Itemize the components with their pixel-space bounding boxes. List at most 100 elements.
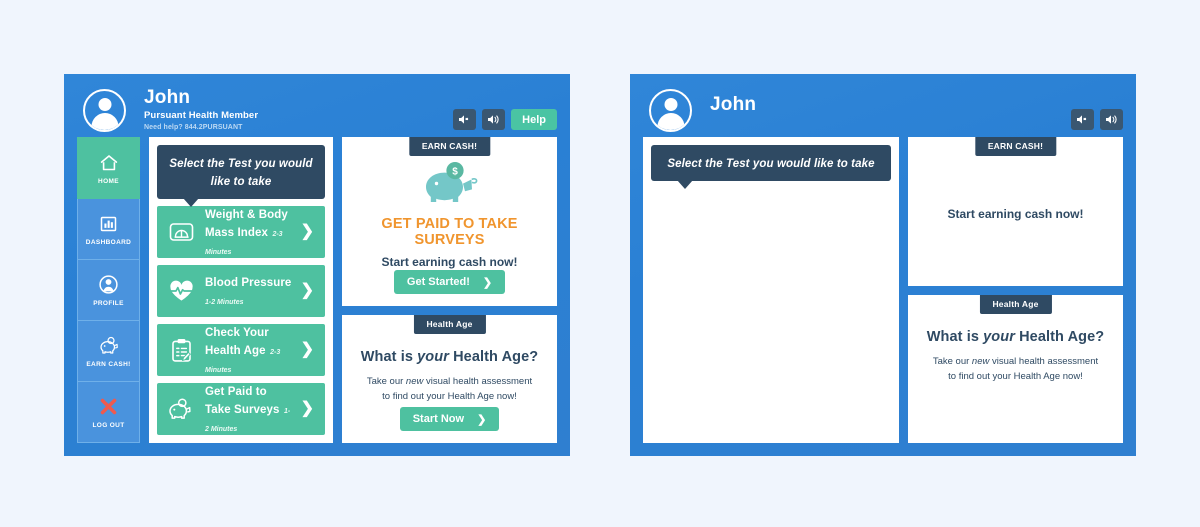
header-controls-right bbox=[1071, 109, 1123, 130]
sidebar-item-home[interactable]: HOME bbox=[77, 137, 140, 199]
earn-cash-badge: EARN CASH! bbox=[408, 137, 491, 156]
test-item-health-age[interactable]: Check Your Health Age 2-3 Minutes ❯ bbox=[157, 324, 325, 376]
health-age-badge: Health Age bbox=[413, 315, 486, 334]
test-item-title: Get Paid to Take Surveys bbox=[205, 386, 280, 416]
test-list-card: Select the Test you would like to take W… bbox=[149, 137, 333, 443]
header-text-block: John bbox=[710, 94, 756, 116]
home-icon bbox=[97, 152, 121, 174]
test-list-tooltip-label: Select the Test you would like to take bbox=[667, 158, 875, 170]
promo-column-right: EARN CASH! Start earning cash now! Healt… bbox=[908, 137, 1123, 443]
app-panel-right: John Select the Test you would like to t… bbox=[630, 74, 1136, 456]
user-role: Pursuant Health Member bbox=[144, 110, 259, 121]
health-age-badge: Health Age bbox=[979, 294, 1052, 314]
health-age-body-part1: Take our bbox=[366, 376, 406, 387]
weight-scale-icon bbox=[166, 221, 196, 243]
avatar bbox=[649, 89, 692, 132]
get-started-label: Get Started! bbox=[406, 276, 470, 288]
chevron-right-icon: ❯ bbox=[300, 223, 314, 240]
heart-pulse-icon bbox=[166, 279, 196, 303]
speaker-mute-icon[interactable] bbox=[1071, 109, 1094, 130]
health-age-heading-em: your bbox=[417, 349, 449, 365]
screenshot-stage: John Pursuant Health Member Need help? 8… bbox=[0, 0, 1200, 527]
speaker-on-icon[interactable] bbox=[1100, 109, 1123, 130]
health-age-body-em: new bbox=[971, 355, 990, 367]
earn-cash-badge: EARN CASH! bbox=[974, 137, 1057, 156]
chevron-right-icon: ❯ bbox=[477, 413, 487, 426]
health-age-heading: What is your Health Age? bbox=[361, 349, 539, 365]
health-age-card: Health Age What is your Health Age? Take… bbox=[342, 315, 557, 443]
health-age-heading-em: your bbox=[983, 328, 1015, 345]
health-age-heading-part2: Health Age? bbox=[1014, 328, 1105, 345]
health-age-heading-part2: Health Age? bbox=[448, 349, 539, 365]
test-list-panel: Select the Test you would like to take W… bbox=[149, 137, 333, 443]
test-item-title: Check Your Health Age bbox=[205, 327, 269, 357]
test-item-text: Get Paid to Take Surveys 1-2 Minutes bbox=[205, 382, 292, 436]
test-item-text: Blood Pressure 1-2 Minutes bbox=[205, 273, 292, 309]
test-item-blood-pressure[interactable]: Blood Pressure 1-2 Minutes ❯ bbox=[157, 265, 325, 317]
chevron-right-icon: ❯ bbox=[300, 400, 314, 417]
user-circle-icon bbox=[97, 274, 121, 296]
test-item-text: Weight & Body Mass Index 2-3 Minutes bbox=[205, 205, 292, 259]
sidebar: HOME DASHBOARD PROFILE EARN CASH! LOG OU… bbox=[77, 137, 140, 443]
piggy-bank-illustration: $ bbox=[419, 161, 481, 210]
avatar-head bbox=[664, 98, 677, 111]
earn-cash-card: EARN CASH! Start earning cash now! bbox=[908, 137, 1123, 286]
piggy-bank-icon bbox=[97, 335, 121, 357]
speaker-mute-icon[interactable] bbox=[453, 109, 477, 130]
svg-text:$: $ bbox=[452, 167, 458, 178]
test-item-duration: 1-2 Minutes bbox=[205, 299, 244, 306]
chevron-right-icon: ❯ bbox=[300, 282, 314, 299]
test-list-tooltip: Select the Test you would like to take bbox=[157, 145, 325, 207]
avatar bbox=[83, 89, 126, 132]
body-right: Select the Test you would like to take E… bbox=[630, 137, 1136, 456]
avatar-body bbox=[91, 113, 118, 130]
earn-cash-subheading: Start earning cash now! bbox=[381, 255, 518, 269]
help-button[interactable]: Help bbox=[511, 109, 557, 130]
test-list-tooltip: Select the Test you would like to take bbox=[651, 145, 891, 189]
app-panel-left: John Pursuant Health Member Need help? 8… bbox=[64, 74, 570, 456]
test-list-panel: Select the Test you would like to take bbox=[643, 137, 899, 443]
bar-chart-icon bbox=[97, 213, 121, 235]
user-name: John bbox=[710, 94, 757, 115]
header-controls-left: Help bbox=[453, 109, 557, 130]
test-item-surveys[interactable]: Get Paid to Take Surveys 1-2 Minutes ❯ bbox=[157, 383, 325, 435]
health-age-heading: What is your Health Age? bbox=[927, 329, 1105, 345]
sidebar-item-profile[interactable]: PROFILE bbox=[77, 260, 140, 321]
sidebar-item-label: DASHBOARD bbox=[85, 238, 132, 246]
clipboard-check-icon bbox=[166, 338, 196, 363]
earn-cash-card: EARN CASH! $ GET PAID TO TAKE SURVEYS St… bbox=[342, 137, 557, 306]
chevron-right-icon: ❯ bbox=[300, 341, 314, 358]
test-item-weight-bmi[interactable]: Weight & Body Mass Index 2-3 Minutes ❯ bbox=[157, 206, 325, 258]
start-now-label: Start Now bbox=[412, 413, 465, 425]
earn-cash-heading: GET PAID TO TAKE SURVEYS bbox=[381, 216, 518, 248]
test-list-tooltip-label: Select the Test you would like to take bbox=[169, 158, 313, 188]
health-age-card: Health Age What is your Health Age? Take… bbox=[908, 294, 1123, 443]
sidebar-item-earn-cash[interactable]: EARN CASH! bbox=[77, 321, 140, 382]
health-age-body-em: new bbox=[405, 376, 424, 387]
sidebar-item-dashboard[interactable]: DASHBOARD bbox=[77, 199, 140, 260]
speaker-on-icon[interactable] bbox=[482, 109, 506, 130]
health-age-body-line2: to find out your Health Age now! bbox=[382, 391, 517, 402]
health-age-body-part2: visual health assessment bbox=[989, 355, 1099, 367]
avatar-body bbox=[657, 113, 684, 130]
piggy-bank-icon bbox=[166, 397, 196, 421]
sidebar-item-label: HOME bbox=[98, 177, 119, 185]
health-age-body-part2: visual health assessment bbox=[423, 376, 533, 387]
get-started-button[interactable]: Get Started! ❯ bbox=[393, 270, 506, 294]
health-age-body-line2: to find out your Health Age now! bbox=[948, 370, 1083, 382]
promo-column-left: EARN CASH! $ GET PAID TO TAKE SURVEYS St… bbox=[342, 137, 557, 443]
body-left: HOME DASHBOARD PROFILE EARN CASH! LOG OU… bbox=[64, 137, 570, 456]
test-item-text: Check Your Health Age 2-3 Minutes bbox=[205, 323, 292, 377]
sidebar-item-label: LOG OUT bbox=[92, 421, 125, 429]
health-age-body-part1: Take our bbox=[932, 355, 972, 367]
chevron-right-icon: ❯ bbox=[482, 276, 493, 289]
header-text-block: John Pursuant Health Member Need help? 8… bbox=[144, 87, 258, 133]
health-age-body: Take our new visual health assessment to… bbox=[933, 354, 1098, 384]
earn-cash-subheading: Start earning cash now! bbox=[947, 207, 1084, 222]
health-age-heading-part1: What is bbox=[360, 349, 418, 365]
health-age-heading-part1: What is bbox=[926, 328, 984, 345]
test-item-title: Blood Pressure bbox=[205, 277, 292, 289]
sidebar-item-log-out[interactable]: LOG OUT bbox=[77, 382, 140, 443]
start-now-button[interactable]: Start Now ❯ bbox=[399, 407, 500, 431]
health-age-body: Take our new visual health assessment to… bbox=[367, 374, 532, 404]
